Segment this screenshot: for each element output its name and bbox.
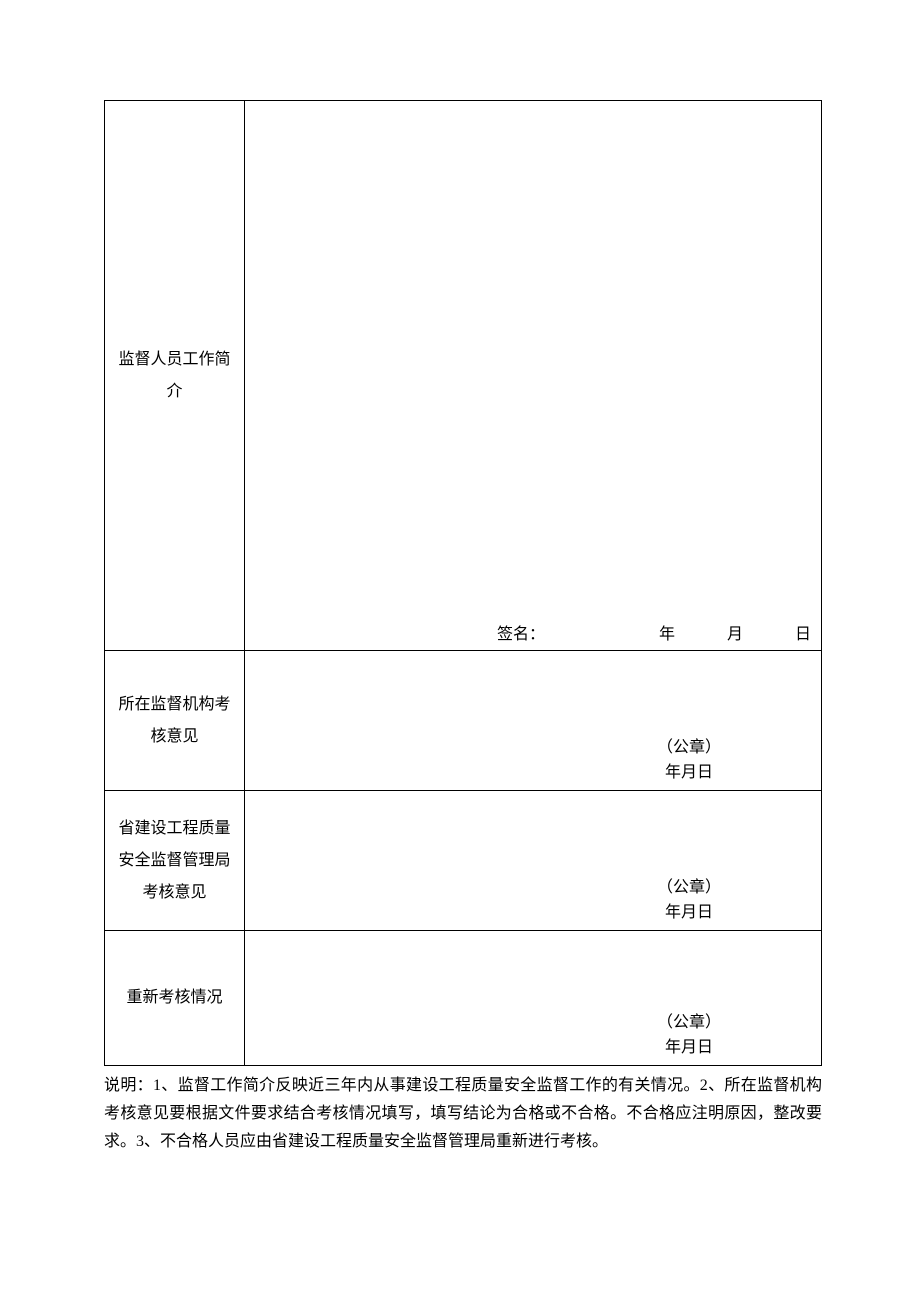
day-char: 日 <box>795 620 811 644</box>
label-reassessment: 重新考核情况 <box>105 931 245 1066</box>
seal-block-province: （公章） 年月日 <box>657 875 721 926</box>
date-text: 年月日 <box>657 900 721 926</box>
content-org-opinion: （公章） 年月日 <box>245 651 822 791</box>
month-char: 月 <box>727 620 743 644</box>
signature-line: 签名： 年 月 日 <box>255 620 811 644</box>
label-province-opinion: 省建设工程质量安全监督管理局考核意见 <box>105 791 245 931</box>
row-work-brief: 监督人员工作简介 签名： 年 月 日 <box>105 101 822 651</box>
footnote-text: 说明：1、监督工作简介反映近三年内从事建设工程质量安全监督工作的有关情况。2、所… <box>104 1072 822 1156</box>
assessment-table: 监督人员工作简介 签名： 年 月 日 所在监督机构考核意见 （公章） 年月日 省… <box>104 100 822 1066</box>
label-work-brief: 监督人员工作简介 <box>105 101 245 651</box>
row-org-opinion: 所在监督机构考核意见 （公章） 年月日 <box>105 651 822 791</box>
signature-label: 签名： <box>497 620 545 644</box>
content-work-brief: 签名： 年 月 日 <box>245 101 822 651</box>
content-reassessment: （公章） 年月日 <box>245 931 822 1066</box>
seal-text: （公章） <box>657 875 721 901</box>
seal-text: （公章） <box>657 1010 721 1036</box>
date-text: 年月日 <box>657 1035 721 1061</box>
label-org-opinion: 所在监督机构考核意见 <box>105 651 245 791</box>
content-province-opinion: （公章） 年月日 <box>245 791 822 931</box>
seal-block-org: （公章） 年月日 <box>657 735 721 786</box>
row-reassessment: 重新考核情况 （公章） 年月日 <box>105 931 822 1066</box>
row-province-opinion: 省建设工程质量安全监督管理局考核意见 （公章） 年月日 <box>105 791 822 931</box>
seal-text: （公章） <box>657 735 721 761</box>
date-text: 年月日 <box>657 760 721 786</box>
year-char: 年 <box>659 620 675 644</box>
seal-block-reassessment: （公章） 年月日 <box>657 1010 721 1061</box>
